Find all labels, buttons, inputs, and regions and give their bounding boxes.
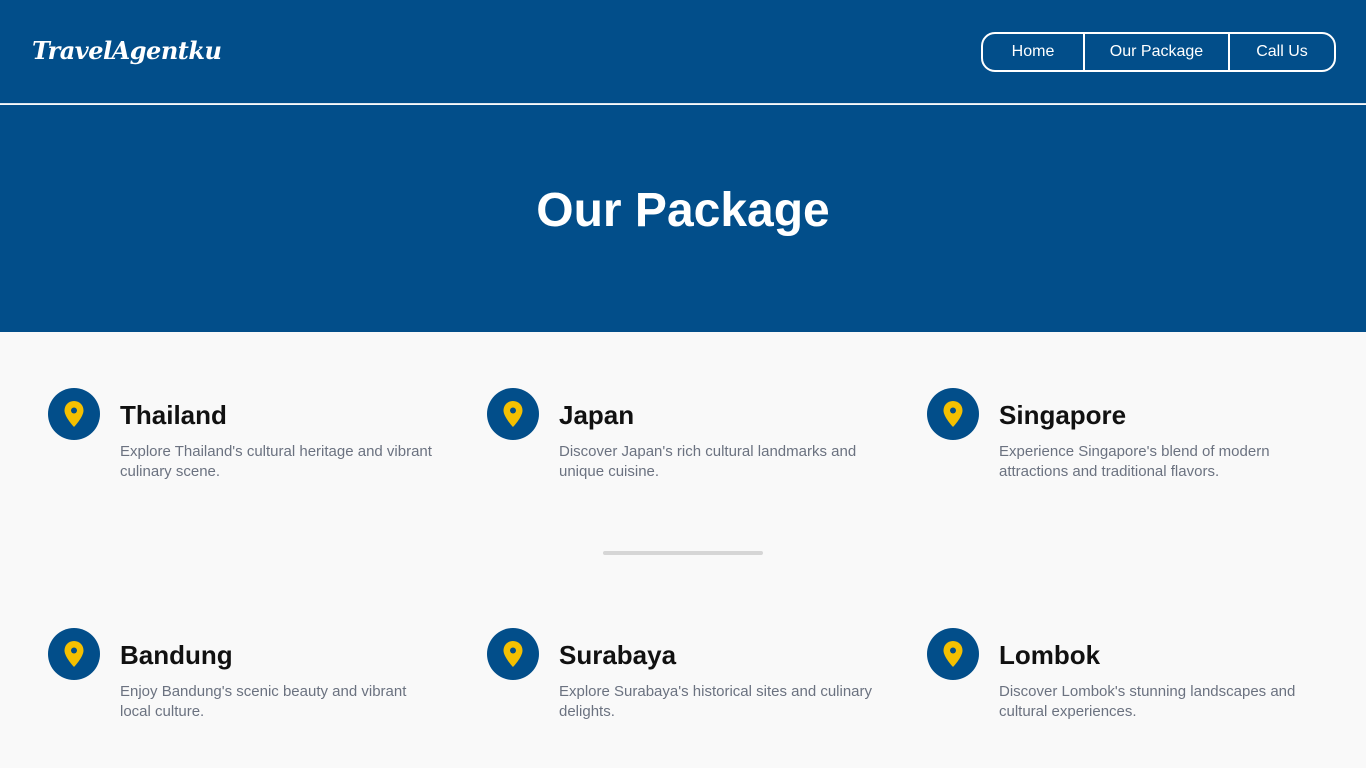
nav-package-link[interactable]: Our Package xyxy=(1083,34,1228,70)
package-title: Lombok xyxy=(999,640,1101,670)
package-title: Japan xyxy=(559,400,635,430)
package-card-thailand: Thailand Explore Thailand's cultural her… xyxy=(48,388,448,488)
package-title: Thailand xyxy=(120,400,227,430)
package-card-japan: Japan Discover Japan's rich cultural lan… xyxy=(487,388,887,488)
main-nav: Home Our Package Call Us xyxy=(981,32,1336,72)
package-description: Explore Surabaya's historical sites and … xyxy=(559,683,873,720)
brand-logo[interactable]: TravelAgentku xyxy=(32,36,222,65)
package-card-singapore: Singapore Experience Singapore's blend o… xyxy=(927,388,1327,488)
package-title: Surabaya xyxy=(559,640,677,670)
map-pin-icon xyxy=(927,388,979,440)
package-description: Experience Singapore's blend of modern a… xyxy=(999,443,1270,480)
map-pin-icon xyxy=(487,388,539,440)
package-description: Enjoy Bandung's scenic beauty and vibran… xyxy=(120,683,407,720)
package-title: Bandung xyxy=(120,640,233,670)
package-card-bandung: Bandung Enjoy Bandung's scenic beauty an… xyxy=(48,628,448,728)
map-pin-icon xyxy=(487,628,539,680)
nav-call-us-link[interactable]: Call Us xyxy=(1228,34,1334,70)
page-title: Our Package xyxy=(536,184,830,237)
map-pin-icon xyxy=(48,388,100,440)
package-title: Singapore xyxy=(999,400,1127,430)
package-description: Explore Thailand's cultural heritage and… xyxy=(120,443,432,480)
package-description: Discover Japan's rich cultural landmarks… xyxy=(559,443,857,480)
section-divider xyxy=(603,551,763,555)
top-navbar: TravelAgentku Home Our Package Call Us xyxy=(0,0,1366,104)
map-pin-icon xyxy=(927,628,979,680)
package-card-surabaya: Surabaya Explore Surabaya's historical s… xyxy=(487,628,887,728)
package-card-lombok: Lombok Discover Lombok's stunning landsc… xyxy=(927,628,1327,728)
map-pin-icon xyxy=(48,628,100,680)
nav-home-link[interactable]: Home xyxy=(983,34,1083,70)
hero-banner: Our Package xyxy=(0,105,1366,332)
package-description: Discover Lombok's stunning landscapes an… xyxy=(999,683,1296,720)
